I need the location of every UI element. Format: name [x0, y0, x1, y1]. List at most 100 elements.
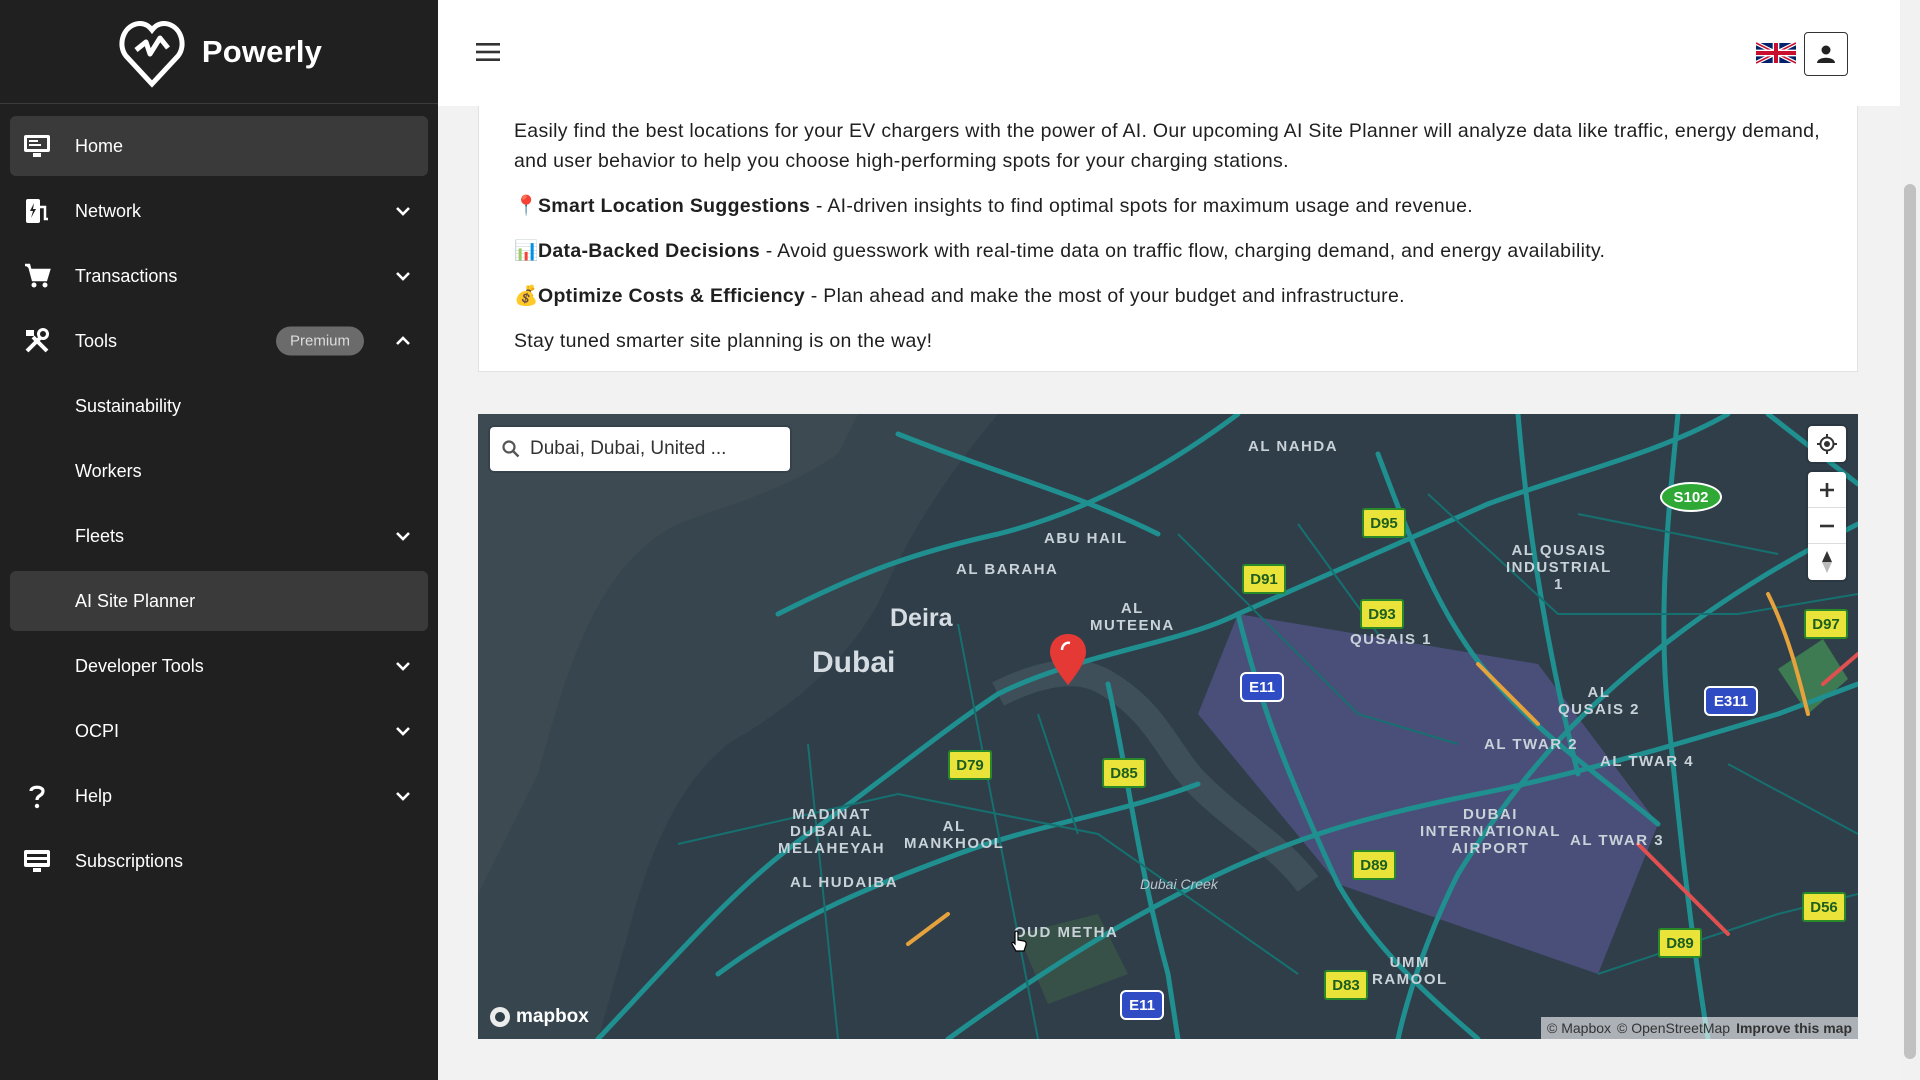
- map-label-dubai: Dubai: [812, 646, 896, 679]
- zoom-in-button[interactable]: [1808, 472, 1846, 508]
- sidebar-item-subscriptions[interactable]: Subscriptions: [10, 831, 428, 891]
- scrollbar-thumb[interactable]: [1904, 184, 1916, 1059]
- map-label-al-mankhool: AL MANKHOOL: [904, 818, 1005, 852]
- map-attribution: © Mapbox © OpenStreetMap Improve this ma…: [1541, 1017, 1858, 1039]
- mapbox-logo-icon: [490, 1007, 510, 1027]
- uk-flag-icon[interactable]: [1756, 42, 1796, 64]
- road-shield: D56: [1802, 892, 1846, 922]
- chevron-down-icon[interactable]: [392, 265, 414, 287]
- sidebar-item-ocpi[interactable]: OCPI: [10, 701, 428, 761]
- map-label-al-qusais-industrial: AL QUSAIS INDUSTRIAL 1: [1506, 542, 1612, 593]
- map-label-madinat: MADINAT DUBAI AL MELAHEYAH: [778, 806, 886, 857]
- feature-title: Data-Backed Decisions: [538, 240, 760, 262]
- map-search-box[interactable]: [490, 427, 790, 471]
- road-shield: E11: [1240, 672, 1284, 702]
- compass-icon: [1822, 551, 1832, 573]
- sidebar-item-home[interactable]: Home: [10, 116, 428, 176]
- map-label-al-hudaiba: AL HUDAIBA: [790, 874, 899, 891]
- powerly-logo-icon: [119, 20, 185, 88]
- road-shield: D85: [1102, 758, 1146, 788]
- navigation-control: [1808, 472, 1846, 580]
- sidebar-item-tools[interactable]: Tools Premium: [10, 311, 428, 371]
- improve-map-link[interactable]: Improve this map: [1736, 1020, 1852, 1036]
- chevron-down-icon[interactable]: [392, 720, 414, 742]
- sidebar-item-fleets[interactable]: Fleets: [10, 506, 428, 566]
- monitor-icon: [22, 131, 52, 161]
- cart-icon: [22, 261, 52, 291]
- premium-badge: Premium: [275, 326, 364, 356]
- mapbox-logo[interactable]: mapbox: [488, 1005, 589, 1029]
- map-label-oud-metha: OUD METHA: [1014, 924, 1119, 941]
- money-bag-icon: 💰: [514, 285, 539, 307]
- sidebar-item-label: Sustainability: [75, 395, 182, 416]
- sidebar: Powerly Home Network Transactions Tools …: [0, 0, 438, 1080]
- sidebar-item-network[interactable]: Network: [10, 181, 428, 241]
- map-view[interactable]: Dubai Deira AL NAHDA ABU HAIL AL BARAHA …: [478, 414, 1858, 1039]
- plus-icon: [1820, 482, 1834, 497]
- road-shield: D89: [1352, 850, 1396, 880]
- sidebar-item-label: Workers: [75, 460, 142, 481]
- sidebar-item-label: Home: [75, 135, 124, 156]
- map-label-abu-hail: ABU HAIL: [1044, 530, 1128, 547]
- sidebar-item-workers[interactable]: Workers: [10, 441, 428, 501]
- chevron-down-icon[interactable]: [392, 655, 414, 677]
- help-icon: [22, 781, 52, 811]
- feature-optimize-costs: 💰Optimize Costs & Efficiency - Plan ahea…: [514, 281, 1823, 311]
- bar-chart-icon: 📊: [514, 240, 539, 262]
- sidebar-item-label: AI Site Planner: [75, 590, 196, 611]
- road-shield: D89: [1658, 928, 1702, 958]
- sidebar-item-label: Network: [75, 200, 142, 221]
- location-marker-icon[interactable]: [1048, 632, 1088, 686]
- brand-name: Powerly: [201, 33, 323, 69]
- user-profile-button[interactable]: [1804, 32, 1848, 76]
- sidebar-item-label: Developer Tools: [75, 655, 204, 676]
- compass-button[interactable]: [1808, 544, 1846, 580]
- pin-icon: 📍: [514, 195, 539, 217]
- sidebar-item-label: Tools: [75, 330, 118, 351]
- chevron-up-icon[interactable]: [392, 330, 414, 352]
- sidebar-item-developer-tools[interactable]: Developer Tools: [10, 636, 428, 696]
- feature-text: - Plan ahead and make the most of your b…: [805, 285, 1405, 307]
- map-search-input[interactable]: [530, 438, 770, 460]
- road-shield: D95: [1362, 508, 1406, 538]
- road-shield: S102: [1660, 482, 1722, 512]
- chevron-down-icon[interactable]: [392, 200, 414, 222]
- crosshair-icon: [1817, 434, 1837, 454]
- map-label-dubai-airport: DUBAI INTERNATIONAL AIRPORT: [1420, 806, 1561, 857]
- geolocate-control: [1808, 426, 1846, 462]
- road-shield: D97: [1804, 609, 1848, 639]
- sidebar-item-label: Fleets: [75, 525, 125, 546]
- page-scrollbar[interactable]: [1900, 0, 1920, 1080]
- sidebar-item-ai-site-planner[interactable]: AI Site Planner: [10, 571, 428, 631]
- hamburger-menu-icon[interactable]: [474, 38, 502, 66]
- map-label-al-twar-2: AL TWAR 2: [1484, 736, 1579, 753]
- feature-data-backed: 📊Data-Backed Decisions - Avoid guesswork…: [514, 236, 1823, 266]
- attribution-osm-link[interactable]: © OpenStreetMap: [1617, 1020, 1730, 1036]
- minus-icon: [1820, 524, 1834, 527]
- feature-text: - AI-driven insights to find optimal spo…: [810, 195, 1473, 217]
- chevron-down-icon[interactable]: [392, 785, 414, 807]
- chevron-down-icon[interactable]: [392, 525, 414, 547]
- sidebar-item-label: Transactions: [75, 265, 178, 286]
- map-canvas[interactable]: [478, 414, 1858, 1039]
- map-label-umm-ramool: UMM RAMOOL: [1372, 954, 1448, 988]
- brand[interactable]: Powerly: [0, 0, 438, 104]
- map-label-deira: Deira: [890, 604, 953, 632]
- road-shield: D79: [948, 750, 992, 780]
- road-shield: D93: [1360, 599, 1404, 629]
- road-shield: D91: [1242, 564, 1286, 594]
- search-icon: [502, 440, 520, 458]
- sidebar-item-transactions[interactable]: Transactions: [10, 246, 428, 306]
- map-label-al-qusais-2: AL QUSAIS 2: [1558, 684, 1641, 718]
- attribution-mapbox-link[interactable]: © Mapbox: [1547, 1020, 1611, 1036]
- geolocate-button[interactable]: [1808, 426, 1846, 462]
- sidebar-item-help[interactable]: Help: [10, 766, 428, 826]
- subscriptions-icon: [22, 846, 52, 876]
- outro-text: Stay tuned smarter site planning is on t…: [514, 330, 933, 352]
- sidebar-item-sustainability[interactable]: Sustainability: [10, 376, 428, 436]
- sidebar-item-label: Help: [75, 785, 113, 806]
- zoom-out-button[interactable]: [1808, 508, 1846, 544]
- feature-text: - Avoid guesswork with real-time data on…: [759, 240, 1606, 262]
- map-label-dubai-creek: Dubai Creek: [1140, 876, 1218, 892]
- map-label-al-nahda: AL NAHDA: [1248, 438, 1339, 455]
